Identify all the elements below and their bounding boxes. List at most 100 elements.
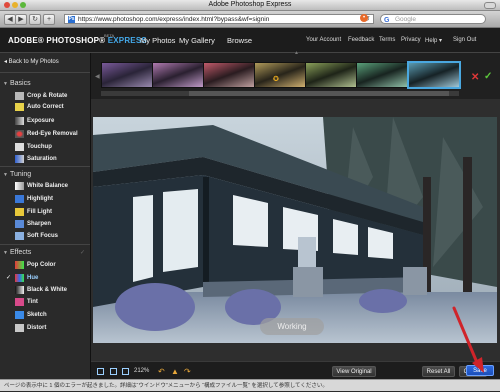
- fill-light-icon: [15, 208, 24, 216]
- variation-thumbnail[interactable]: [203, 62, 255, 88]
- chevron-down-icon[interactable]: ▼: [3, 81, 8, 87]
- nav-browse[interactable]: Browse: [227, 36, 252, 45]
- exposure-icon: [15, 117, 24, 125]
- chevron-down-icon[interactable]: ▼: [3, 172, 8, 178]
- tool-hue[interactable]: Hue: [27, 275, 38, 281]
- section-tuning[interactable]: Tuning: [10, 171, 31, 178]
- sharpen-icon: [15, 220, 24, 228]
- variation-thumbnail-selected[interactable]: [407, 61, 461, 89]
- address-text: https://www.photoshop.com/express/index.…: [78, 16, 270, 23]
- window-titlebar: Adobe Photoshop Express: [0, 0, 500, 11]
- toolbar-toggle-button[interactable]: [484, 2, 496, 9]
- hover-indicator-icon: ✪: [273, 76, 279, 83]
- filmstrip-left-arrow-icon[interactable]: ◀: [95, 73, 100, 80]
- tool-red-eye-removal[interactable]: Red-Eye Removal: [27, 131, 78, 137]
- tray-handle-icon[interactable]: ▲: [294, 50, 299, 56]
- app-header: ADOBE® PHOTOSHOP® EXPRESS BETA My Photos…: [0, 28, 500, 53]
- forward-button[interactable]: ▶: [15, 14, 27, 25]
- divider: [0, 244, 90, 245]
- variation-thumbnail[interactable]: ✪: [254, 62, 306, 88]
- tool-soft-focus[interactable]: Soft Focus: [27, 233, 58, 239]
- tools-sidebar: ◂ Back to My Photos ▼ Basics Crop & Rota…: [0, 53, 91, 379]
- rss-icon[interactable]: •: [360, 14, 368, 22]
- nav-privacy[interactable]: Privacy: [401, 37, 421, 43]
- filmstrip-scrollbar[interactable]: [101, 91, 459, 96]
- tint-icon: [15, 298, 24, 306]
- window-title: Adobe Photoshop Express: [208, 1, 292, 8]
- tool-sketch[interactable]: Sketch: [27, 312, 47, 318]
- divider: [0, 166, 90, 167]
- tool-white-balance[interactable]: White Balance: [27, 183, 68, 189]
- tool-touchup[interactable]: Touchup: [27, 144, 52, 150]
- view-original-button[interactable]: View Original: [332, 366, 376, 377]
- tool-black-white[interactable]: Black & White: [27, 287, 67, 293]
- undo-icon[interactable]: ↶: [158, 367, 165, 376]
- logo-main: ADOBE® PHOTOSHOP®: [8, 36, 106, 45]
- variation-thumbnail[interactable]: [152, 62, 204, 88]
- zoom-level: 212%: [134, 368, 150, 374]
- search-input[interactable]: G Google: [380, 14, 486, 24]
- effects-applied-check-icon: ✓: [80, 250, 86, 256]
- nav-my-photos[interactable]: My Photos: [140, 36, 175, 45]
- section-effects[interactable]: Effects: [10, 249, 31, 256]
- highlight-icon: [15, 195, 24, 203]
- sketch-icon: [15, 311, 24, 319]
- nav-my-gallery[interactable]: My Gallery: [179, 36, 215, 45]
- nav-your-account[interactable]: Your Account: [306, 37, 341, 43]
- distort-icon: [15, 324, 24, 332]
- tool-auto-correct[interactable]: Auto Correct: [27, 104, 64, 110]
- tool-saturation[interactable]: Saturation: [27, 156, 57, 162]
- nav-feedback[interactable]: Feedback: [348, 37, 374, 43]
- photo-canvas: Working: [91, 99, 500, 361]
- red-eye-icon: [15, 130, 24, 138]
- browser-status-bar: ページの表示中に 1 個のエラーが起きました。詳細は“ウインドウ”メニューから …: [0, 379, 500, 391]
- site-favicon-icon: Ps: [68, 16, 75, 23]
- shrine-photo-image: [93, 117, 497, 343]
- nav-help[interactable]: Help ▾: [425, 37, 442, 44]
- pop-color-icon: [15, 261, 24, 269]
- editor-bottom-bar: 212% ↶ ▲ ↷ View Original Reset All Cance…: [91, 361, 500, 380]
- tool-distort[interactable]: Distort: [27, 325, 46, 331]
- zoom-in-icon[interactable]: [122, 368, 129, 375]
- applied-check-icon: ✓: [6, 275, 12, 281]
- add-bookmark-button[interactable]: +: [43, 14, 55, 25]
- back-to-my-photos-link[interactable]: ◂ Back to My Photos: [4, 58, 59, 65]
- search-placeholder: Google: [395, 16, 416, 23]
- accept-effect-icon[interactable]: ✓: [484, 71, 492, 82]
- variation-thumbnail[interactable]: [356, 62, 408, 88]
- hue-icon: [15, 274, 24, 282]
- variation-filmstrip: ◀ ✪: [91, 53, 500, 99]
- zoom-out-icon[interactable]: [110, 368, 117, 375]
- nav-terms[interactable]: Terms: [379, 37, 395, 43]
- divider: [0, 72, 90, 73]
- app-logo: ADOBE® PHOTOSHOP® EXPRESS: [8, 36, 147, 45]
- tool-pop-color[interactable]: Pop Color: [27, 262, 56, 268]
- section-basics[interactable]: Basics: [10, 80, 31, 87]
- fit-to-screen-icon[interactable]: [97, 368, 104, 375]
- tool-sharpen[interactable]: Sharpen: [27, 221, 51, 227]
- black-white-icon: [15, 286, 24, 294]
- google-search-icon: G: [384, 17, 390, 24]
- auto-correct-icon: [15, 103, 24, 111]
- filmstrip-scroll-thumb[interactable]: [189, 91, 449, 96]
- tool-crop-rotate[interactable]: Crop & Rotate: [27, 93, 67, 99]
- tool-fill-light[interactable]: Fill Light: [27, 209, 52, 215]
- variation-thumbnail[interactable]: [305, 62, 357, 88]
- nav-sign-out[interactable]: Sign Out: [453, 37, 476, 43]
- tool-tint[interactable]: Tint: [27, 299, 38, 305]
- touchup-icon: [15, 143, 24, 151]
- white-balance-icon: [15, 182, 24, 190]
- cancel-effect-icon[interactable]: ✕: [471, 72, 479, 83]
- tool-highlight[interactable]: Highlight: [27, 196, 53, 202]
- tool-exposure[interactable]: Exposure: [27, 118, 54, 124]
- annotation-arrow-icon: [452, 306, 484, 373]
- working-indicator: Working: [260, 318, 324, 335]
- address-bar[interactable]: Ps https://www.photoshop.com/express/ind…: [64, 14, 374, 24]
- browser-toolbar: ◀ ▶ ↻ + Ps https://www.photoshop.com/exp…: [0, 11, 500, 28]
- reload-button[interactable]: ↻: [29, 14, 41, 25]
- edited-photo[interactable]: [93, 117, 497, 343]
- variation-thumbnail[interactable]: [101, 62, 153, 88]
- history-up-icon[interactable]: ▲: [171, 367, 179, 376]
- redo-icon[interactable]: ↷: [184, 367, 191, 376]
- chevron-down-icon[interactable]: ▼: [3, 250, 8, 256]
